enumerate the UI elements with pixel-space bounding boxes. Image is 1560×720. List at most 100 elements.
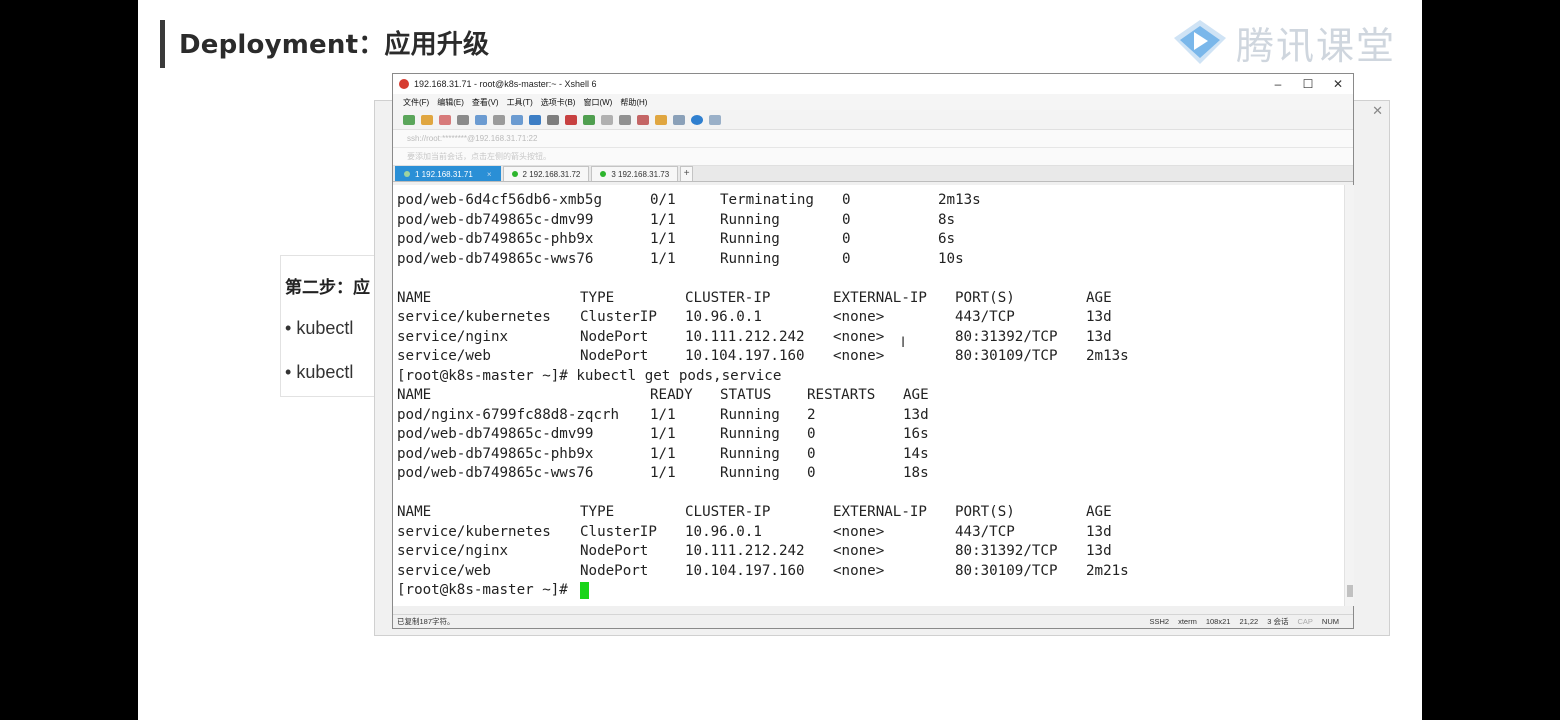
menu-tabs[interactable]: 选项卡(B): [541, 97, 576, 108]
terminal-cell: Running: [720, 231, 780, 247]
tab-close-icon[interactable]: ×: [487, 170, 492, 179]
terminal-cell: 2m13s: [1086, 348, 1129, 364]
menu-file[interactable]: 文件(F): [403, 97, 429, 108]
xshell-window[interactable]: 192.168.31.71 - root@k8s-master:~ - Xshe…: [392, 73, 1354, 629]
terminal-cell: 10s: [938, 250, 964, 267]
toolbar: [393, 110, 1353, 130]
terminal-cell: <none>: [833, 328, 885, 345]
text-cursor-icon: I: [901, 335, 906, 351]
scrollbar-thumb[interactable]: [1347, 585, 1353, 597]
find-icon[interactable]: [493, 114, 505, 125]
copy-icon[interactable]: [475, 114, 487, 125]
status-cursor-pos: 21,22: [1239, 617, 1259, 626]
terminal-cell: 80:30109/TCP: [955, 562, 1058, 579]
terminal-cell: ClusterIP: [580, 523, 657, 540]
terminal-cell: EXTERNAL-IP: [833, 504, 927, 520]
terminal-cell: NodePort: [580, 328, 649, 345]
terminal-cell: pod/web-db749865c-dmv99: [397, 211, 594, 228]
menu-help[interactable]: 帮助(H): [620, 97, 647, 108]
menu-edit[interactable]: 编辑(E): [437, 97, 464, 108]
terminal-cell: service/nginx: [397, 328, 509, 345]
xftp-icon[interactable]: [565, 114, 577, 125]
script-icon[interactable]: [637, 114, 649, 125]
terminal-cell: Running: [720, 465, 780, 481]
terminal-cell: [root@k8s-master ~]#: [397, 582, 577, 598]
terminal-cell: 1/1: [650, 250, 676, 267]
layout-icon[interactable]: [673, 114, 685, 125]
close-button[interactable]: ✕: [1323, 77, 1353, 91]
transfer-icon[interactable]: [655, 114, 667, 125]
status-caps: CAP: [1297, 617, 1313, 626]
properties-icon[interactable]: [511, 114, 523, 125]
menu-view[interactable]: 查看(V): [472, 97, 499, 108]
address-bar[interactable]: ssh://root:********@192.168.31.71:22: [393, 130, 1353, 148]
terminal-cell: NAME: [397, 289, 432, 306]
tab-session-2[interactable]: 2 192.168.31.72: [502, 166, 590, 181]
terminal-cell: service/nginx: [397, 543, 509, 559]
terminal-cell: service/kubernetes: [397, 523, 551, 540]
terminal-cell: Running: [720, 211, 780, 228]
minimize-button[interactable]: –: [1263, 77, 1293, 91]
font-icon[interactable]: [547, 114, 559, 125]
terminal-cell: 10.111.212.242: [685, 328, 805, 345]
xshell-app-icon: [399, 79, 409, 89]
add-tab-button[interactable]: +: [680, 166, 694, 181]
terminal-cell: 18s: [903, 465, 929, 481]
terminal-cell: 14s: [903, 445, 929, 462]
terminal-cell: 2m21s: [1086, 562, 1129, 579]
fullscreen-icon[interactable]: [583, 114, 595, 125]
terminal-cell: TYPE: [580, 504, 615, 520]
terminal-cell: [root@k8s-master ~]# kubectl get pods,se…: [397, 367, 782, 384]
globe-icon[interactable]: [529, 114, 541, 125]
terminal-cell: AGE: [1086, 289, 1112, 306]
disconnect-icon[interactable]: [439, 114, 451, 125]
terminal-cell: service/web: [397, 562, 491, 579]
new-session-icon[interactable]: [403, 114, 415, 125]
terminal-cell: 0: [807, 445, 816, 462]
terminal-cell: service/kubernetes: [397, 309, 551, 325]
terminal-output[interactable]: I pod/web-6d4cf56db6-xmb5g 0/1 Terminating…: [393, 185, 1344, 606]
window-title: 192.168.31.71 - root@k8s-master:~ - Xshe…: [414, 79, 597, 89]
keyboard-icon[interactable]: [619, 114, 631, 125]
menu-tools[interactable]: 工具(T): [507, 97, 533, 108]
terminal-cell: 0: [842, 231, 851, 247]
terminal-cell: 0/1: [650, 192, 676, 208]
terminal-cell: <none>: [833, 523, 885, 540]
terminal-cell: PORT(S): [955, 289, 1015, 306]
tencent-classroom-logo: 腾讯课堂: [1170, 16, 1396, 68]
maximize-button[interactable]: ☐: [1293, 77, 1323, 91]
terminal-cell: 6s: [938, 231, 956, 247]
tab-session-3[interactable]: 3 192.168.31.73: [591, 166, 679, 181]
terminal-cell: Terminating: [720, 192, 814, 208]
terminal-cell: TYPE: [580, 289, 615, 306]
terminal-cell: service/web: [397, 348, 491, 364]
terminal-cell: 13d: [1086, 328, 1112, 345]
lock-icon[interactable]: [601, 114, 613, 125]
title-accent-bar: [160, 20, 165, 68]
terminal-cell: 10.96.0.1: [685, 309, 762, 325]
terminal-cell: 10.104.197.160: [685, 348, 805, 364]
terminal-cell: Running: [720, 445, 780, 462]
terminal-cell: 1/1: [650, 211, 676, 228]
terminal-cell: pod/nginx-6799fc88d8-zqcrh: [397, 406, 620, 423]
status-terminal-type: xterm: [1178, 617, 1197, 626]
help-icon[interactable]: [691, 114, 703, 125]
terminal-cell: NodePort: [580, 543, 649, 559]
background-step-label: 第二步：应: [285, 278, 370, 298]
terminal-cell: Running: [720, 406, 780, 423]
terminal-cell: 0: [842, 250, 851, 267]
terminal-cell: NAME: [397, 387, 432, 403]
chat-icon[interactable]: [709, 114, 721, 125]
terminal-scrollbar[interactable]: [1344, 185, 1354, 606]
terminal-cell: Running: [720, 250, 780, 267]
status-num: NUM: [1321, 617, 1339, 626]
terminal-cell: 8s: [938, 211, 956, 228]
window-titlebar[interactable]: 192.168.31.71 - root@k8s-master:~ - Xshe…: [393, 74, 1353, 94]
terminal-cursor: [580, 582, 589, 599]
reconnect-icon[interactable]: [457, 114, 469, 125]
open-folder-icon[interactable]: [421, 114, 433, 125]
session-hint-bar: 要添加当前会话，点击左侧的箭头按钮。: [393, 148, 1353, 166]
menu-window[interactable]: 窗口(W): [583, 97, 612, 108]
tab-session-1[interactable]: 1 192.168.31.71 ×: [395, 166, 501, 181]
terminal-cell: pod/web-db749865c-phb9x: [397, 231, 594, 247]
